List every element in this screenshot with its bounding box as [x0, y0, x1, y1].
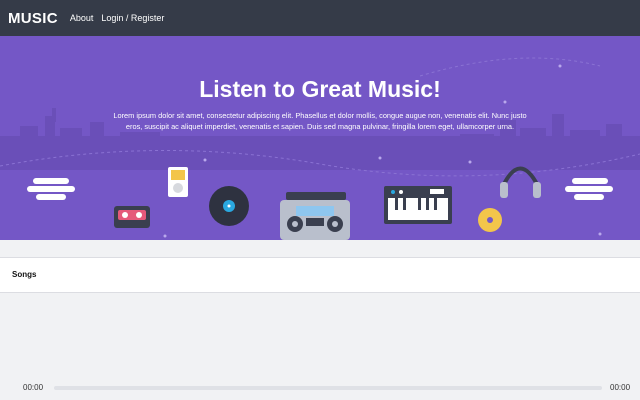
hero-title: Listen to Great Music!	[199, 76, 441, 102]
mp3-player-icon	[168, 167, 188, 197]
hero-illustration	[0, 57, 640, 240]
brand-logo[interactable]: MUSIC	[8, 10, 58, 27]
current-time: 00:00	[23, 383, 44, 392]
vinyl-record-icon	[209, 186, 249, 226]
songs-heading: Songs	[12, 270, 37, 279]
hero-description: Lorem ipsum dolor sit amet, consectetur …	[113, 111, 527, 131]
duration-time: 00:00	[610, 383, 631, 392]
nav-link-about[interactable]: About	[70, 13, 94, 23]
hero-banner: Listen to Great Music! Lorem ipsum dolor…	[0, 36, 640, 240]
progress-bar[interactable]	[54, 386, 602, 390]
navbar: MUSIC About Login / Register	[0, 0, 640, 36]
boombox-icon	[280, 192, 350, 240]
cassette-icon	[114, 206, 150, 228]
cd-icon	[478, 208, 502, 232]
songs-panel: Songs	[0, 257, 640, 293]
keyboard-icon	[384, 186, 452, 224]
nav-link-login-register[interactable]: Login / Register	[101, 13, 164, 23]
